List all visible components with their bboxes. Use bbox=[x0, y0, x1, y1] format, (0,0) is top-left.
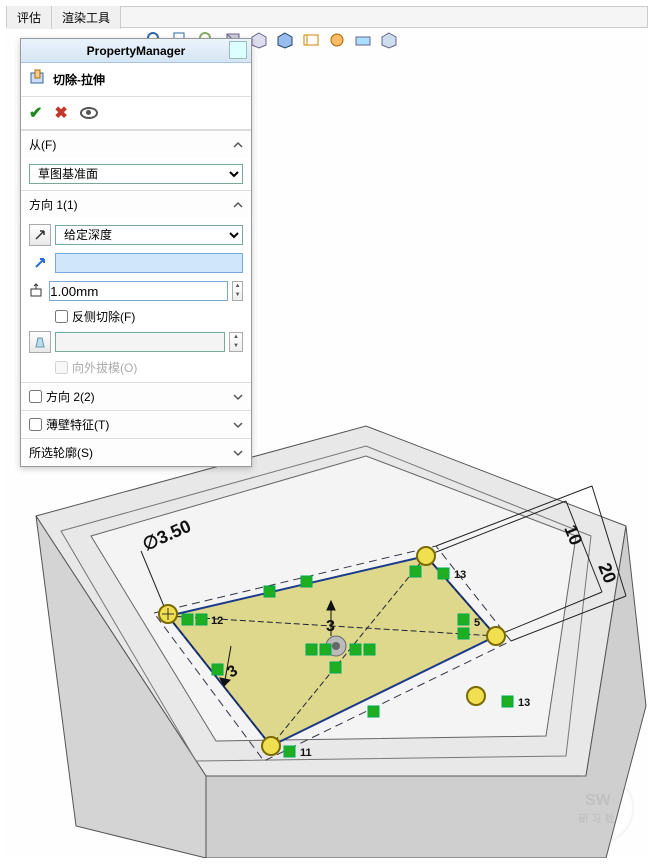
chevron-down-icon bbox=[233, 420, 243, 430]
section-dir1[interactable]: 方向 1(1) bbox=[21, 191, 251, 218]
hide-show-icon[interactable] bbox=[302, 31, 320, 49]
direction-arrow-icon bbox=[29, 252, 51, 274]
pm-header: PropertyManager bbox=[21, 39, 251, 63]
section-from[interactable]: 从(F) bbox=[21, 131, 251, 158]
view-settings-icon[interactable] bbox=[380, 31, 398, 49]
chevron-up-icon bbox=[233, 200, 243, 210]
reverse-direction-icon[interactable] bbox=[29, 224, 51, 246]
flip-side-checkbox[interactable] bbox=[55, 310, 68, 323]
draft-icon[interactable] bbox=[29, 331, 51, 353]
pm-title: PropertyManager bbox=[87, 44, 186, 58]
section-contours[interactable]: 所选轮廓(S) bbox=[21, 439, 251, 466]
view-orientation-icon[interactable] bbox=[250, 31, 268, 49]
tab-render-tools[interactable]: 渲染工具 bbox=[52, 6, 121, 29]
cancel-button[interactable]: ✖ bbox=[54, 103, 67, 123]
svg-text:11: 11 bbox=[300, 747, 312, 759]
watermark: SW研习社 bbox=[562, 772, 634, 844]
depth-spinner[interactable]: ▲▼ bbox=[232, 281, 243, 301]
from-select[interactable]: 草图基准面 bbox=[29, 164, 243, 184]
display-style-icon[interactable] bbox=[276, 31, 294, 49]
thin-checkbox[interactable] bbox=[29, 418, 42, 431]
depth-input[interactable] bbox=[49, 281, 228, 301]
flip-side-label: 反侧切除(F) bbox=[72, 308, 135, 325]
preview-icon[interactable] bbox=[80, 107, 98, 119]
tab-evaluate[interactable]: 评估 bbox=[7, 6, 52, 29]
draft-spinner: ▲▼ bbox=[229, 332, 243, 352]
svg-text:12: 12 bbox=[211, 615, 223, 627]
end-condition-select[interactable]: 给定深度 bbox=[55, 225, 243, 245]
draft-angle-input bbox=[55, 332, 225, 352]
draft-outward-checkbox bbox=[55, 361, 68, 374]
chevron-up-icon bbox=[233, 140, 243, 150]
direction-reference-input[interactable] bbox=[55, 253, 243, 273]
svg-text:13: 13 bbox=[454, 569, 466, 581]
chevron-down-icon bbox=[233, 392, 243, 402]
dir2-checkbox[interactable] bbox=[29, 390, 42, 403]
ok-button[interactable]: ✔ bbox=[29, 103, 42, 123]
section-dir2[interactable]: 方向 2(2) bbox=[21, 383, 251, 410]
section-thin[interactable]: 薄壁特征(T) bbox=[21, 411, 251, 438]
pin-icon[interactable] bbox=[229, 41, 247, 59]
svg-text:5: 5 bbox=[474, 617, 480, 629]
svg-text:13: 13 bbox=[518, 697, 530, 709]
feature-title: 切除-拉伸 bbox=[21, 63, 251, 97]
cut-extrude-icon bbox=[29, 69, 47, 90]
apply-scene-icon[interactable] bbox=[354, 31, 372, 49]
menu-tabs: 评估 渲染工具 bbox=[6, 6, 648, 28]
edit-appearance-icon[interactable] bbox=[328, 31, 346, 49]
draft-outward-label: 向外拔模(O) bbox=[72, 359, 137, 376]
depth-icon bbox=[29, 280, 45, 302]
chevron-down-icon bbox=[233, 448, 243, 458]
property-manager-panel: PropertyManager 切除-拉伸 ✔ ✖ 从(F) 草图基准面 方向 … bbox=[20, 38, 252, 467]
